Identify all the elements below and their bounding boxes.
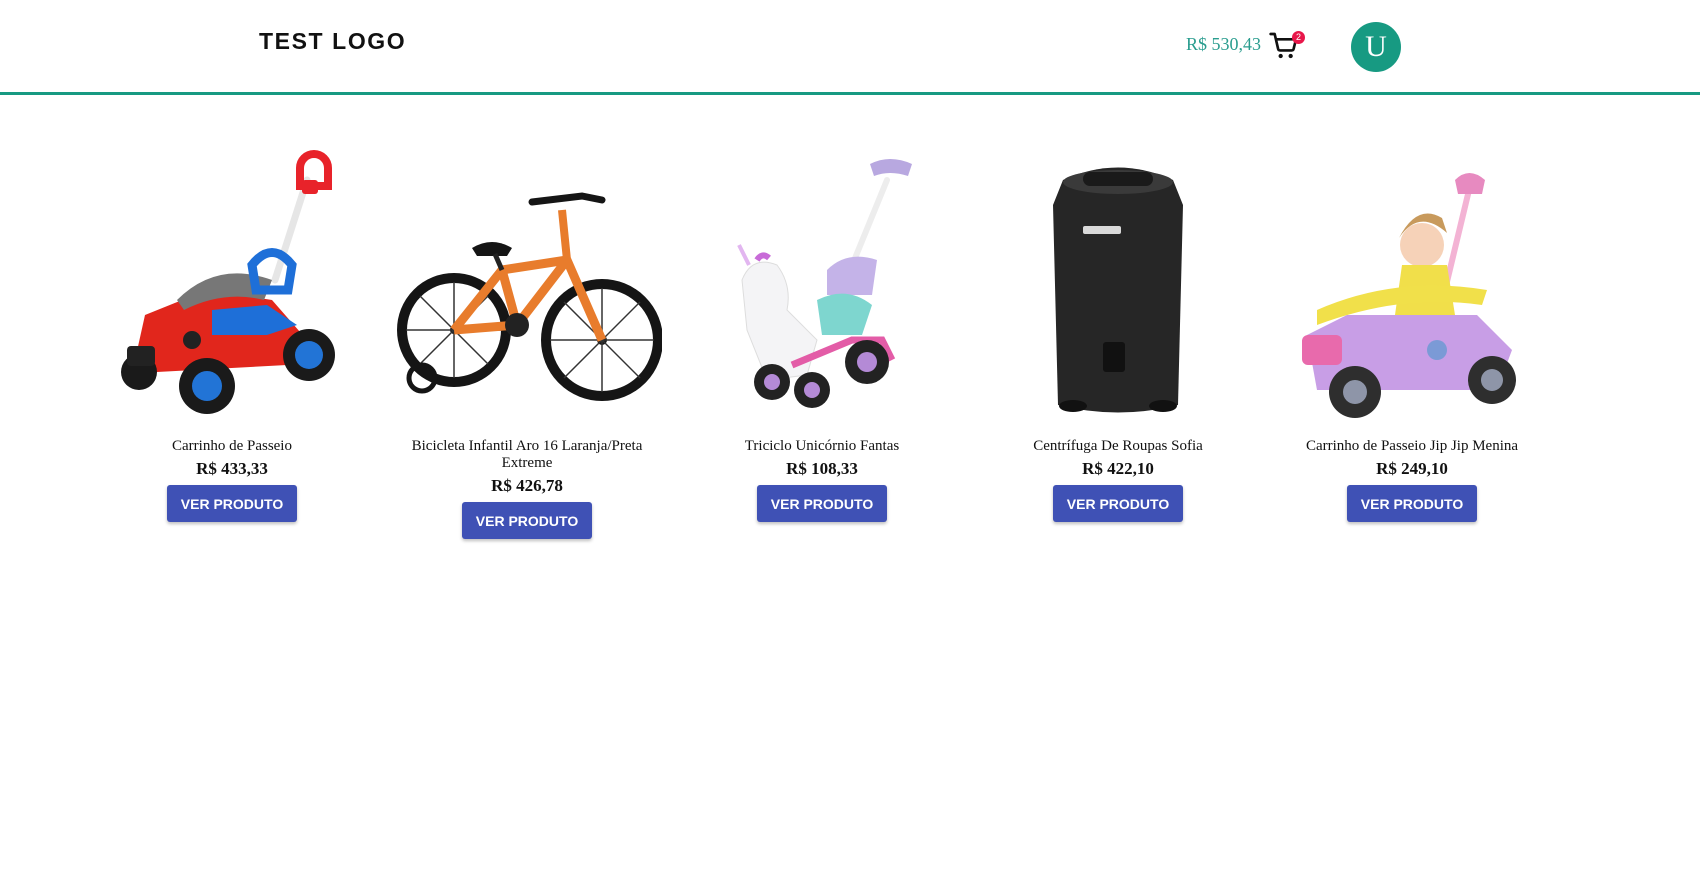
product-name[interactable]: Carrinho de Passeio — [97, 438, 367, 455]
product-name[interactable]: Bicicleta Infantil Aro 16 Laranja/Preta … — [392, 438, 662, 472]
ver-produto-button[interactable]: VER PRODUTO — [757, 485, 887, 522]
user-avatar[interactable]: U — [1351, 22, 1401, 72]
cart-total: R$ 530,43 — [1186, 34, 1262, 54]
product-image-unicorn-tricycle[interactable] — [687, 150, 957, 430]
ver-produto-button[interactable]: VER PRODUTO — [1053, 485, 1183, 522]
product-card: Bicicleta Infantil Aro 16 Laranja/Preta … — [392, 150, 662, 550]
product-image-ride-on-jeep[interactable] — [1277, 150, 1547, 430]
product-card: Triciclo Unicórnio Fantas R$ 108,33 VER … — [687, 150, 957, 550]
product-name[interactable]: Triciclo Unicórnio Fantas — [687, 438, 957, 455]
product-price: R$ 422,10 — [1082, 459, 1154, 478]
product-card: Centrífuga De Roupas Sofia R$ 422,10 VER… — [983, 150, 1253, 550]
cart-count-badge: 2 — [1292, 31, 1305, 44]
product-price: R$ 426,78 — [491, 476, 563, 495]
product-card: Carrinho de Passeio Jip Jip Menina R$ 24… — [1277, 150, 1547, 550]
product-image-bicycle[interactable] — [392, 150, 662, 430]
ver-produto-button[interactable]: VER PRODUTO — [1347, 485, 1477, 522]
cart-button[interactable]: 2 — [1268, 28, 1305, 64]
ver-produto-button[interactable]: VER PRODUTO — [462, 502, 592, 539]
product-price: R$ 249,10 — [1376, 459, 1448, 478]
product-image-ride-on-quad[interactable] — [97, 150, 367, 430]
product-card: Carrinho de Passeio R$ 433,33 VER PRODUT… — [97, 150, 367, 550]
product-name[interactable]: Carrinho de Passeio Jip Jip Menina — [1277, 438, 1547, 455]
product-image-spin-dryer[interactable] — [983, 150, 1253, 430]
top-header: TEST LOGO R$ 530,43 2 U — [0, 0, 1700, 95]
product-grid: Carrinho de Passeio R$ 433,33 VER PRODUT… — [0, 150, 1700, 550]
product-name[interactable]: Centrífuga De Roupas Sofia — [983, 438, 1253, 455]
ver-produto-button[interactable]: VER PRODUTO — [167, 485, 297, 522]
product-price: R$ 433,33 — [196, 459, 268, 478]
logo[interactable]: TEST LOGO — [259, 28, 406, 55]
product-price: R$ 108,33 — [786, 459, 858, 478]
